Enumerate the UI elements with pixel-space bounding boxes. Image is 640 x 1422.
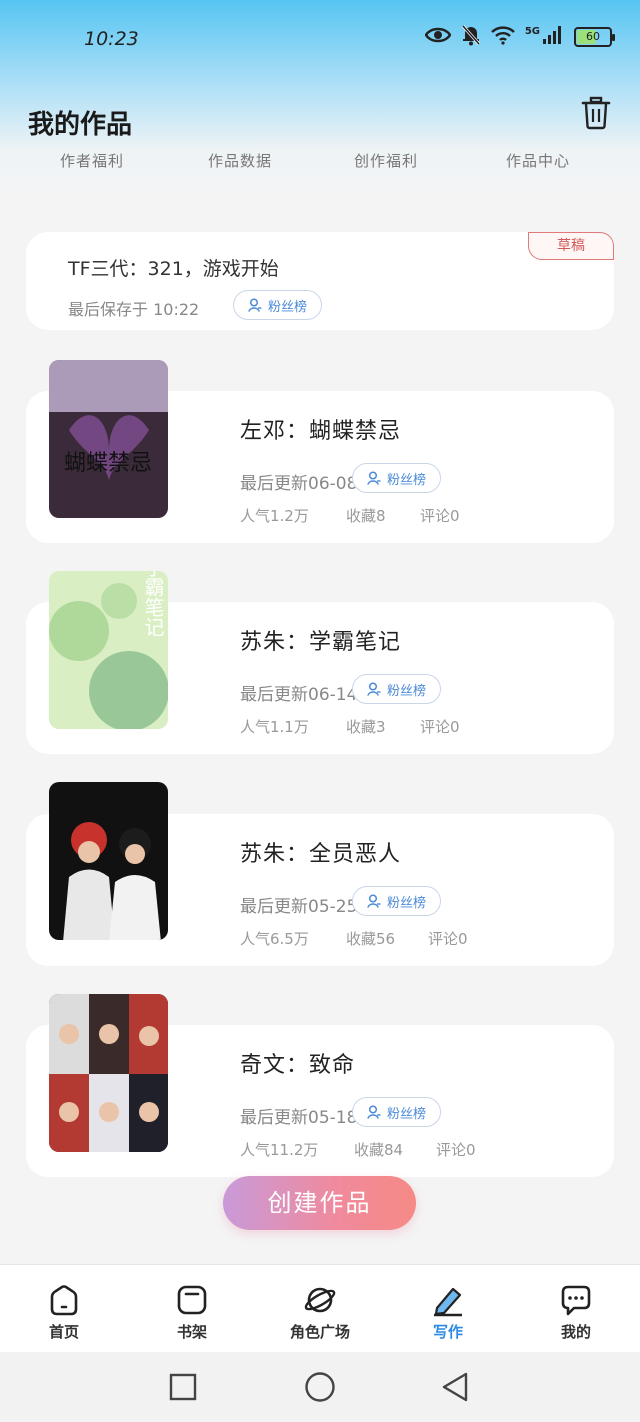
book-cover-image[interactable] (49, 782, 168, 940)
nav-label: 书架 (176, 1323, 207, 1341)
book-last-update: 最后更新06-14 (240, 685, 358, 705)
tab-creation-benefits[interactable]: 创作福利 (354, 150, 418, 171)
draft-badge: 草稿 (528, 232, 614, 260)
book-cover-image[interactable]: 学霸笔记 (49, 571, 168, 729)
bookshelf-icon (175, 1283, 209, 1317)
popularity-stat: 人气1.1万 (240, 718, 309, 736)
fan-ranking-label: 粉丝榜 (387, 472, 427, 488)
network-type: 5G (524, 25, 540, 37)
book-cover-image[interactable]: 蝴蝶禁忌 (49, 360, 168, 518)
wifi-icon (491, 25, 515, 49)
book-title: 左邓：蝴蝶禁忌 (240, 419, 402, 444)
nav-item-write[interactable]: 写作 (393, 1265, 503, 1353)
fan-ranking-button[interactable]: 粉丝榜 (352, 463, 442, 493)
tab-bar: 作者福利 作品数据 创作福利 作品中心 (0, 150, 640, 176)
comments-stat: 评论0 (420, 507, 460, 525)
favorites-stat: 收藏56 (346, 930, 396, 948)
user-icon (248, 298, 262, 312)
tab-author-benefits[interactable]: 作者福利 (60, 150, 124, 171)
home-icon (47, 1283, 81, 1317)
comments-stat: 评论0 (420, 718, 460, 736)
fan-ranking-label: 粉丝榜 (387, 683, 427, 699)
book-cover-image[interactable] (49, 994, 168, 1152)
chat-bubble-icon (559, 1283, 593, 1317)
fan-ranking-label: 粉丝榜 (268, 299, 308, 315)
book-title: 苏朱：全员恶人 (240, 842, 402, 867)
bell-muted-icon (461, 24, 481, 50)
page-title: 我的作品 (28, 110, 133, 140)
battery-level: 60 (586, 30, 600, 43)
comments-stat: 评论0 (436, 1141, 476, 1159)
nav-item-home[interactable]: 首页 (9, 1265, 119, 1353)
recent-apps-icon[interactable] (169, 1373, 197, 1401)
draft-card[interactable]: TF三代：321，游戏开始 最后保存于 10:22 粉丝榜 草稿 (26, 232, 614, 330)
popularity-stat: 人气6.5万 (240, 930, 309, 948)
bottom-nav: 首页 书架 角色广场 写作 我的 (0, 1264, 640, 1352)
book-last-update: 最后更新06-08 (240, 474, 358, 494)
create-work-button[interactable]: 创建作品 (223, 1176, 416, 1230)
favorites-stat: 收藏3 (346, 718, 386, 736)
cover-title: 蝴蝶禁忌 (64, 451, 152, 476)
trash-icon[interactable] (580, 96, 612, 130)
popularity-stat: 人气1.2万 (240, 507, 309, 525)
planet-icon (303, 1283, 337, 1317)
popularity-stat: 人气11.2万 (240, 1141, 319, 1159)
book-last-update: 最后更新05-25 (240, 897, 358, 917)
user-icon (367, 894, 381, 908)
tab-work-center[interactable]: 作品中心 (506, 150, 570, 171)
status-icons: 5G 60 (424, 24, 615, 50)
nav-label: 我的 (560, 1323, 591, 1341)
nav-label: 首页 (48, 1323, 79, 1341)
nav-item-character-square[interactable]: 角色广场 (265, 1265, 375, 1353)
nav-item-me[interactable]: 我的 (521, 1265, 631, 1353)
status-time: 10:23 (84, 28, 139, 50)
favorites-stat: 收藏84 (354, 1141, 404, 1159)
fan-ranking-button[interactable]: 粉丝榜 (352, 674, 442, 704)
draft-saved-time: 最后保存于 10:22 (68, 300, 200, 319)
cover-title: 学霸笔记 (141, 571, 165, 637)
book-last-update: 最后更新05-18 (240, 1108, 358, 1128)
book-title: 苏朱：学霸笔记 (240, 630, 402, 655)
system-navigation-bar (0, 1352, 640, 1422)
back-icon[interactable] (442, 1372, 468, 1402)
fan-ranking-button[interactable]: 粉丝榜 (352, 1097, 442, 1127)
favorites-stat: 收藏8 (346, 507, 386, 525)
draft-title: TF三代：321，游戏开始 (68, 258, 279, 280)
tab-work-data[interactable]: 作品数据 (208, 150, 272, 171)
battery-icon: 60 (574, 27, 615, 47)
eye-icon (424, 26, 452, 48)
user-icon (367, 682, 381, 696)
comments-stat: 评论0 (428, 930, 468, 948)
signal-icon (542, 25, 564, 49)
nav-label: 写作 (432, 1323, 463, 1341)
user-icon (367, 1105, 381, 1119)
book-title: 奇文：致命 (240, 1053, 356, 1078)
nav-label: 角色广场 (289, 1323, 350, 1341)
pen-icon (431, 1283, 465, 1317)
fan-ranking-label: 粉丝榜 (387, 1106, 427, 1122)
fan-ranking-button[interactable]: 粉丝榜 (352, 886, 442, 916)
home-button-icon[interactable] (305, 1372, 335, 1402)
nav-item-bookshelf[interactable]: 书架 (137, 1265, 247, 1353)
status-bar: 10:23 5G 60 (0, 0, 640, 80)
fan-ranking-button[interactable]: 粉丝榜 (233, 290, 323, 320)
fan-ranking-label: 粉丝榜 (387, 895, 427, 911)
user-icon (367, 471, 381, 485)
